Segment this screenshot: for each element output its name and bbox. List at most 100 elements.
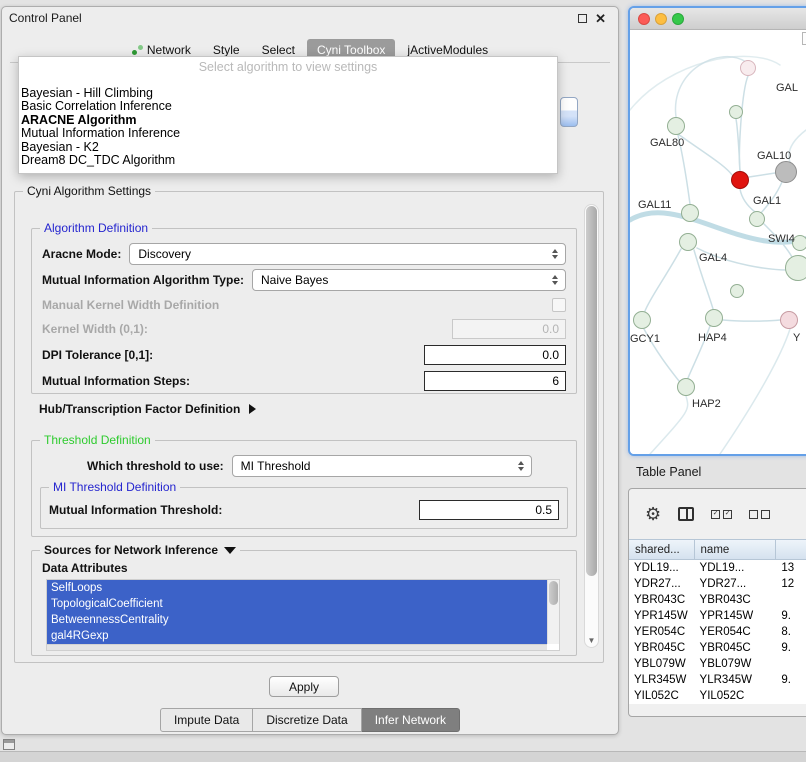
table-body: YDL19...YDL19...13YDR27...YDR27...12YBR0… [629, 560, 806, 704]
close-icon[interactable]: ✕ [595, 13, 606, 24]
attribute-item[interactable]: SelfLoops [47, 580, 559, 596]
aracne-mode-select[interactable]: Discovery [129, 243, 566, 265]
attributes-hscrollbar[interactable] [47, 644, 547, 650]
algorithm-option[interactable]: Bayesian - Hill Climbing [19, 87, 557, 100]
apply-button[interactable]: Apply [269, 676, 339, 697]
table-cell: YDR27... [695, 576, 777, 592]
table-cell: 8. [776, 624, 806, 640]
hub-definition-toggle[interactable]: Hub/Transcription Factor Definition [39, 402, 256, 416]
column-header[interactable]: shared... [629, 540, 695, 559]
table-row[interactable]: YER054CYER054C8. [629, 624, 806, 640]
network-canvas[interactable]: GALGAL80GAL10GAL11GAL1SWI4GAL4GCY1HAP4YH… [630, 30, 806, 454]
mi-threshold-definition-group: MI Threshold Definition Mutual Informati… [40, 487, 568, 529]
table-cell: YBR045C [629, 640, 695, 656]
table-cell: YIL052C [629, 688, 695, 704]
threshold-definition-title: Threshold Definition [40, 433, 155, 447]
network-node[interactable] [681, 204, 699, 222]
bottom-tab-infer-network[interactable]: Infer Network [362, 708, 460, 732]
network-node[interactable] [667, 117, 685, 135]
network-node[interactable] [677, 378, 695, 396]
data-attributes-list[interactable]: SelfLoopsTopologicalCoefficientBetweenne… [46, 579, 560, 651]
table-row[interactable]: YBR045CYBR045C9. [629, 640, 806, 656]
zoom-traffic-light-icon[interactable] [672, 13, 684, 25]
network-node[interactable] [705, 309, 723, 327]
network-node[interactable] [740, 60, 756, 76]
table-row[interactable]: YBL079WYBL079W [629, 656, 806, 672]
network-node-label: GAL11 [638, 199, 671, 211]
network-node-label: GAL10 [757, 150, 791, 162]
network-node[interactable] [775, 161, 797, 183]
attribute-item[interactable]: gal4RGexp [47, 628, 559, 644]
which-threshold-select[interactable]: MI Threshold [232, 455, 532, 477]
attributes-scrollbar[interactable] [547, 580, 559, 644]
table-cell: YPR145W [629, 608, 695, 624]
algorithm-definition-title: Algorithm Definition [40, 221, 152, 235]
network-node[interactable] [730, 284, 744, 298]
network-node[interactable] [731, 171, 749, 189]
minimized-window-icon[interactable] [3, 739, 15, 750]
table-cell [776, 688, 806, 704]
sources-toggle[interactable]: Sources for Network Inference [40, 543, 240, 557]
select-all-icon[interactable]: ✓✓ [711, 510, 732, 519]
network-node[interactable] [780, 311, 798, 329]
bottom-tab-impute-data[interactable]: Impute Data [160, 708, 253, 732]
algorithm-option[interactable]: Basic Correlation Inference [19, 100, 557, 113]
algorithm-option[interactable]: Mutual Information Inference [19, 127, 557, 140]
columns-icon[interactable] [678, 507, 694, 521]
table-row[interactable]: YIL052CYIL052C [629, 688, 806, 704]
mi-type-select[interactable]: Naive Bayes [252, 269, 566, 291]
aracne-mode-label: Aracne Mode: [42, 247, 121, 261]
table-row[interactable]: YPR145WYPR145W9. [629, 608, 806, 624]
manual-kernel-width-label: Manual Kernel Width Definition [42, 298, 219, 312]
network-node[interactable] [679, 233, 697, 251]
table-row[interactable]: YBR043CYBR043C [629, 592, 806, 608]
mi-steps-field[interactable]: 6 [424, 371, 566, 391]
sources-group: Sources for Network Inference Data Attri… [31, 550, 577, 656]
dropdown-placeholder: Select algorithm to view settings [19, 57, 557, 74]
manual-kernel-width-checkbox [552, 298, 566, 312]
column-header[interactable] [776, 540, 806, 559]
attribute-item[interactable]: TopologicalCoefficient [47, 596, 559, 612]
column-header[interactable]: name [695, 540, 777, 559]
network-node-label: GAL [776, 82, 798, 94]
scrollbar-thumb[interactable] [586, 206, 597, 576]
deselect-all-icon[interactable] [749, 510, 770, 519]
bottom-bar [0, 751, 806, 762]
table-cell: YLR345W [629, 672, 695, 688]
mi-threshold-field[interactable]: 0.5 [419, 500, 559, 520]
scroll-corner-box[interactable] [802, 32, 806, 45]
network-node-label: GCY1 [630, 333, 660, 345]
settings-scrollbar[interactable]: ▼ [584, 204, 599, 648]
scrollbar-thumb[interactable] [549, 581, 558, 605]
table-row[interactable]: YLR345WYLR345W9. [629, 672, 806, 688]
network-window-titlebar[interactable] [630, 8, 806, 30]
gear-icon[interactable]: ⚙ [645, 505, 661, 523]
network-node[interactable] [785, 255, 806, 281]
network-node[interactable] [729, 105, 743, 119]
algorithm-option[interactable]: ARACNE Algorithm [19, 114, 557, 127]
table-row[interactable]: YDR27...YDR27...12 [629, 576, 806, 592]
dpi-tolerance-label: DPI Tolerance [0,1]: [42, 348, 153, 362]
attribute-item[interactable]: BetweennessCentrality [47, 612, 559, 628]
table-cell: YBR045C [695, 640, 777, 656]
close-traffic-light-icon[interactable] [638, 13, 650, 25]
algorithm-option[interactable]: Dream8 DC_TDC Algorithm [19, 154, 557, 167]
algorithm-combobox-stepper-fragment[interactable] [560, 97, 578, 127]
scrollbar-down-arrow-icon[interactable]: ▼ [585, 636, 598, 645]
network-node-label: SWI4 [768, 233, 795, 245]
cyni-algorithm-settings-group: Cyni Algorithm Settings Algorithm Defini… [14, 191, 604, 663]
control-panel-window: Control Panel ✕ NetworkStyleSelectCyni T… [1, 6, 619, 735]
float-window-icon[interactable] [578, 14, 587, 23]
network-node[interactable] [633, 311, 651, 329]
table-cell: 9. [776, 608, 806, 624]
network-node[interactable] [749, 211, 765, 227]
bottom-tab-discretize-data[interactable]: Discretize Data [253, 708, 361, 732]
dpi-tolerance-field[interactable]: 0.0 [424, 345, 566, 365]
algorithm-option[interactable]: Bayesian - K2 [19, 141, 557, 154]
stepper-icon [515, 461, 527, 471]
table-header: shared...name [629, 539, 806, 560]
minimize-traffic-light-icon[interactable] [655, 13, 667, 25]
table-row[interactable]: YDL19...YDL19...13 [629, 560, 806, 576]
network-node-label: HAP4 [698, 332, 727, 344]
network-view-window: GALGAL80GAL10GAL11GAL1SWI4GAL4GCY1HAP4YH… [628, 6, 806, 456]
